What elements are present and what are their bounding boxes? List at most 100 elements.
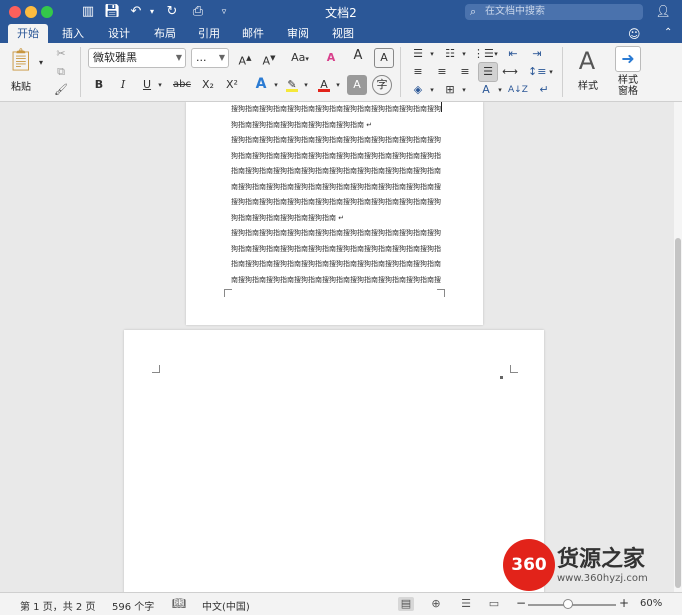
multilevel-list-button[interactable]: ⋮☰ bbox=[472, 44, 494, 64]
print-layout-view-icon[interactable]: ▤ bbox=[398, 597, 414, 611]
underline-button[interactable]: U bbox=[138, 75, 156, 95]
page-2[interactable] bbox=[124, 330, 544, 592]
bold-button[interactable]: B bbox=[90, 75, 108, 95]
outline-view-icon[interactable]: ☰ bbox=[458, 597, 474, 611]
search-input[interactable]: ⌕ 在文档中搜索 bbox=[465, 4, 643, 20]
highlight-dropdown-icon[interactable]: ▾ bbox=[302, 75, 310, 95]
document-canvas[interactable]: 搜狗指南搜狗指南搜狗指南搜狗指南搜狗指南搜狗指南搜狗指南搜狗指南搜 狗指南搜狗指南… bbox=[0, 102, 674, 592]
increase-indent-button[interactable]: ⇥ bbox=[527, 44, 547, 64]
font-name-value: 微软雅黑 bbox=[93, 51, 137, 64]
superscript-button[interactable]: X² bbox=[222, 75, 242, 95]
italic-button[interactable]: I bbox=[114, 75, 132, 95]
shrink-font-button[interactable]: A▼ bbox=[259, 48, 279, 68]
change-case-icon: Aa bbox=[291, 51, 306, 64]
text-effects-button[interactable]: A bbox=[250, 74, 272, 94]
line-spacing-dropdown-icon[interactable]: ▾ bbox=[547, 62, 555, 82]
web-layout-view-icon[interactable]: ⊕ bbox=[428, 597, 444, 611]
bullets-dropdown-icon[interactable]: ▾ bbox=[428, 44, 436, 64]
scrollbar-thumb[interactable] bbox=[675, 238, 681, 588]
zoom-in-icon[interactable]: + bbox=[619, 596, 629, 610]
font-size-select[interactable]: ... ▼ bbox=[191, 48, 229, 68]
tab-references[interactable]: 引用 bbox=[192, 24, 226, 43]
document-line[interactable]: 搜狗指南搜狗指南搜狗指南搜狗指南搜狗指南搜狗指南搜狗指南搜狗指南搜 bbox=[231, 133, 441, 149]
line-spacing-button[interactable]: ↕≡ bbox=[527, 62, 547, 82]
text-direction-dropdown-icon[interactable]: ▾ bbox=[496, 80, 504, 100]
proofing-icon[interactable]: 📖︎ bbox=[172, 597, 186, 610]
zoom-level[interactable]: 60% bbox=[640, 598, 662, 609]
align-left-button[interactable]: ≡ bbox=[408, 62, 428, 82]
enclose-characters-button[interactable]: 字 bbox=[372, 75, 392, 95]
zoom-slider-thumb[interactable] bbox=[563, 599, 574, 609]
copy-icon[interactable]: ⧉ bbox=[52, 62, 70, 82]
language-indicator[interactable]: 中文(中国) bbox=[202, 598, 250, 613]
tab-home[interactable]: 开始 bbox=[8, 24, 48, 43]
document-line[interactable]: 南搜狗指南搜狗指南搜狗指南搜狗指南搜狗指南搜狗指南搜狗指南搜狗指南 ↵ bbox=[231, 273, 441, 289]
document-line[interactable]: 搜狗指南搜狗指南搜狗指南搜狗指南搜狗指南搜狗指南搜狗指南搜狗指南搜 bbox=[231, 102, 441, 118]
tab-layout[interactable]: 布局 bbox=[148, 24, 182, 43]
word-count[interactable]: 596 个字 bbox=[112, 598, 154, 613]
character-border-button[interactable]: A bbox=[374, 48, 394, 68]
document-body[interactable]: 搜狗指南搜狗指南搜狗指南搜狗指南搜狗指南搜狗指南搜狗指南搜狗指南搜 狗指南搜狗指南… bbox=[231, 102, 441, 288]
document-line[interactable]: 狗指南搜狗指南搜狗指南搜狗指南 ↵ bbox=[231, 211, 441, 227]
document-line[interactable]: 狗指南搜狗指南搜狗指南搜狗指南搜狗指南搜狗指南搜狗指南搜狗指南搜狗 bbox=[231, 242, 441, 258]
show-formatting-button[interactable]: ↵ bbox=[534, 80, 554, 100]
document-line[interactable]: 搜狗指南搜狗指南搜狗指南搜狗指南搜狗指南搜狗指南搜狗指南搜狗指南搜 bbox=[231, 226, 441, 242]
clear-formatting-button[interactable]: A bbox=[321, 48, 341, 68]
borders-button[interactable]: ⊞ bbox=[440, 80, 460, 100]
strikethrough-button[interactable]: abc bbox=[170, 75, 194, 95]
underline-dropdown-icon[interactable]: ▾ bbox=[156, 75, 164, 95]
document-line[interactable]: 南搜狗指南搜狗指南搜狗指南搜狗指南搜狗指南搜狗指南搜狗指南搜狗指南 bbox=[231, 180, 441, 196]
bullets-button[interactable]: ☰ bbox=[408, 44, 428, 64]
draft-view-icon[interactable]: ▭ bbox=[486, 597, 502, 611]
borders-dropdown-icon[interactable]: ▾ bbox=[460, 80, 468, 100]
highlight-button[interactable]: ✎ bbox=[282, 75, 302, 95]
document-line[interactable]: 搜狗指南搜狗指南搜狗指南搜狗指南搜狗指南搜狗指南搜狗指南搜狗指南搜 bbox=[231, 195, 441, 211]
change-case-button[interactable]: Aa▾ bbox=[287, 48, 313, 68]
font-name-select[interactable]: 微软雅黑 ▼ bbox=[88, 48, 186, 68]
tab-mailings[interactable]: 邮件 bbox=[236, 24, 270, 43]
zoom-out-icon[interactable]: − bbox=[516, 596, 526, 610]
ribbon-divider bbox=[80, 47, 81, 97]
document-line[interactable]: 指南搜狗指南搜狗指南搜狗指南搜狗指南搜狗指南搜狗指南搜狗指南搜狗指 bbox=[231, 164, 441, 180]
feedback-smile-icon[interactable]: ☺ bbox=[628, 27, 641, 41]
font-color-button[interactable]: A bbox=[314, 75, 334, 95]
character-shading-button[interactable]: A bbox=[347, 75, 367, 95]
page-1[interactable]: 搜狗指南搜狗指南搜狗指南搜狗指南搜狗指南搜狗指南搜狗指南搜狗指南搜 狗指南搜狗指南… bbox=[186, 102, 483, 325]
collapse-ribbon-icon[interactable]: ⌃ bbox=[664, 27, 672, 38]
phonetic-guide-button[interactable]: A bbox=[347, 46, 369, 66]
tab-view[interactable]: 视图 bbox=[326, 24, 360, 43]
sort-button[interactable]: A↓Z bbox=[507, 80, 528, 100]
text-direction-button[interactable]: A bbox=[476, 80, 496, 100]
multilevel-list-dropdown-icon[interactable]: ▾ bbox=[492, 44, 500, 64]
styles-pane-label-line1: 样式 bbox=[618, 75, 638, 86]
numbering-dropdown-icon[interactable]: ▾ bbox=[460, 44, 468, 64]
distributed-button[interactable]: ⟷ bbox=[500, 62, 520, 82]
vertical-scrollbar[interactable] bbox=[674, 102, 682, 592]
tab-review[interactable]: 审阅 bbox=[281, 24, 315, 43]
justify-button[interactable]: ☰ bbox=[478, 62, 498, 82]
styles-pane-icon[interactable]: ➜ bbox=[615, 46, 641, 72]
shading-button[interactable]: ◈ bbox=[408, 80, 428, 100]
decrease-indent-button[interactable]: ⇤ bbox=[503, 44, 523, 64]
cut-icon[interactable]: ✂ bbox=[52, 44, 70, 64]
document-line[interactable]: 狗指南搜狗指南搜狗指南搜狗指南搜狗指南 ↵ bbox=[231, 118, 441, 134]
page-count[interactable]: 第 1 页，共 2 页 bbox=[20, 598, 95, 613]
shading-dropdown-icon[interactable]: ▾ bbox=[428, 80, 436, 100]
grow-font-button[interactable]: A▲ bbox=[235, 48, 255, 68]
paste-dropdown-icon[interactable]: ▾ bbox=[36, 53, 46, 73]
align-right-button[interactable]: ≡ bbox=[455, 62, 475, 82]
numbering-button[interactable]: ☷ bbox=[440, 44, 460, 64]
tab-design[interactable]: 设计 bbox=[102, 24, 136, 43]
styles-icon[interactable]: A bbox=[572, 46, 602, 76]
subscript-button[interactable]: X₂ bbox=[198, 75, 218, 95]
share-user-icon[interactable]: 👤︎ bbox=[654, 4, 672, 20]
document-line[interactable]: 指南搜狗指南搜狗指南搜狗指南搜狗指南搜狗指南搜狗指南搜狗指南搜狗指 bbox=[231, 257, 441, 273]
paste-icon[interactable]: 📋︎ bbox=[6, 46, 36, 76]
document-line[interactable]: 狗指南搜狗指南搜狗指南搜狗指南搜狗指南搜狗指南搜狗指南搜狗指南搜狗 bbox=[231, 149, 441, 165]
align-center-button[interactable]: ≡ bbox=[432, 62, 452, 82]
font-color-dropdown-icon[interactable]: ▾ bbox=[334, 75, 342, 95]
format-painter-icon[interactable]: 🖌︎ bbox=[52, 80, 70, 100]
crop-mark bbox=[510, 365, 518, 373]
tab-insert[interactable]: 插入 bbox=[56, 24, 90, 43]
text-effects-dropdown-icon[interactable]: ▾ bbox=[272, 75, 280, 95]
